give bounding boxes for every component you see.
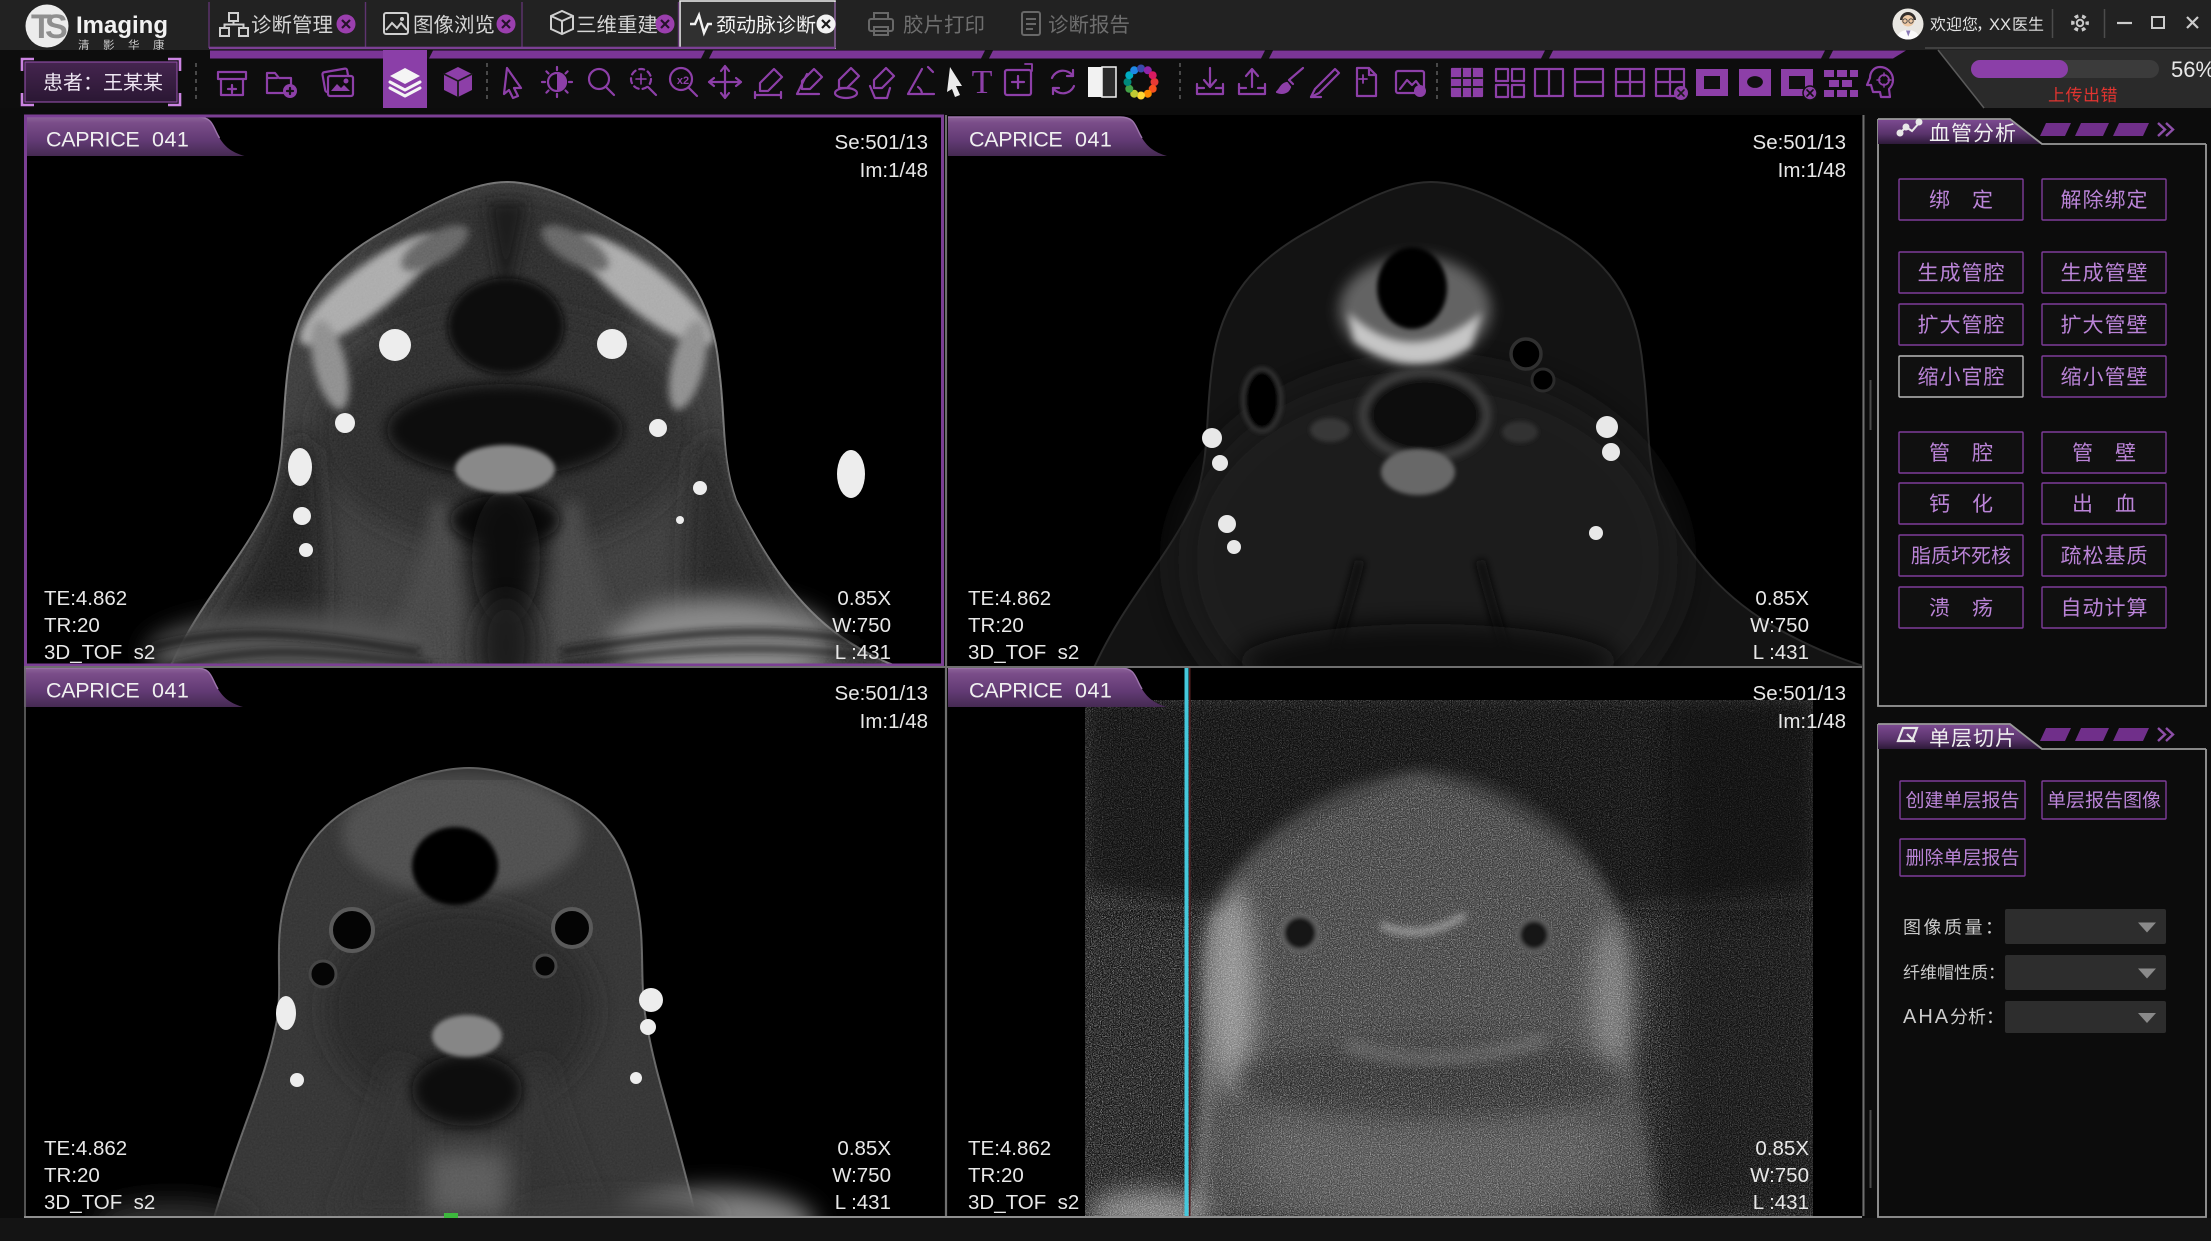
svg-text:x2: x2 bbox=[677, 75, 689, 87]
svg-text:3D_TOF s2: 3D_TOF s2 bbox=[968, 1191, 1079, 1214]
svg-text:CAPRICE: CAPRICE bbox=[46, 679, 139, 703]
svg-text:Se:501/13: Se:501/13 bbox=[1753, 131, 1846, 154]
svg-text:T: T bbox=[972, 64, 993, 101]
svg-text:W:750: W:750 bbox=[1750, 614, 1809, 637]
svg-text:TE:4.862: TE:4.862 bbox=[44, 587, 127, 610]
svg-text:L :431: L :431 bbox=[1753, 641, 1809, 664]
svg-text:W:750: W:750 bbox=[1750, 1164, 1809, 1187]
svg-text:0.85X: 0.85X bbox=[1755, 1137, 1809, 1160]
svg-text:L :431: L :431 bbox=[835, 641, 891, 664]
svg-text:L :431: L :431 bbox=[1753, 1191, 1809, 1214]
svg-text:Im:1/48: Im:1/48 bbox=[860, 710, 928, 733]
svg-text:TR:20: TR:20 bbox=[44, 1164, 100, 1187]
svg-text:S: S bbox=[45, 8, 68, 46]
svg-text:CAPRICE: CAPRICE bbox=[969, 128, 1062, 152]
svg-text:W:750: W:750 bbox=[832, 614, 891, 637]
svg-text:TE:4.862: TE:4.862 bbox=[44, 1137, 127, 1160]
svg-text:041: 041 bbox=[152, 128, 189, 152]
svg-text:CAPRICE: CAPRICE bbox=[46, 128, 139, 152]
svg-text:Im:1/48: Im:1/48 bbox=[860, 159, 928, 182]
svg-text:Se:501/13: Se:501/13 bbox=[835, 682, 928, 705]
svg-text:041: 041 bbox=[1075, 679, 1112, 703]
svg-text:041: 041 bbox=[1075, 128, 1112, 152]
svg-text:56%: 56% bbox=[2171, 57, 2211, 82]
svg-text:TE:4.862: TE:4.862 bbox=[968, 1137, 1051, 1160]
svg-text:TR:20: TR:20 bbox=[968, 614, 1024, 637]
svg-text:AHA: AHA bbox=[1903, 1006, 1950, 1028]
svg-text:W:750: W:750 bbox=[832, 1164, 891, 1187]
svg-text:0.85X: 0.85X bbox=[1755, 587, 1809, 610]
svg-text:3D_TOF s2: 3D_TOF s2 bbox=[44, 641, 155, 664]
svg-text:Imaging: Imaging bbox=[76, 12, 168, 39]
svg-text:L :431: L :431 bbox=[835, 1191, 891, 1214]
svg-text:Se:501/13: Se:501/13 bbox=[835, 131, 928, 154]
svg-text:TR:20: TR:20 bbox=[968, 1164, 1024, 1187]
svg-text:041: 041 bbox=[152, 679, 189, 703]
svg-text:Im:1/48: Im:1/48 bbox=[1778, 159, 1846, 182]
svg-text:3D_TOF s2: 3D_TOF s2 bbox=[44, 1191, 155, 1214]
svg-text:Im:1/48: Im:1/48 bbox=[1778, 710, 1846, 733]
svg-text:CAPRICE: CAPRICE bbox=[969, 679, 1062, 703]
svg-text:TR:20: TR:20 bbox=[44, 614, 100, 637]
svg-text:0.85X: 0.85X bbox=[837, 1137, 891, 1160]
svg-text:XX: XX bbox=[1989, 16, 2011, 34]
svg-text:3D_TOF s2: 3D_TOF s2 bbox=[968, 641, 1079, 664]
svg-text:0.85X: 0.85X bbox=[837, 587, 891, 610]
svg-text:TE:4.862: TE:4.862 bbox=[968, 587, 1051, 610]
svg-text:Se:501/13: Se:501/13 bbox=[1753, 682, 1846, 705]
